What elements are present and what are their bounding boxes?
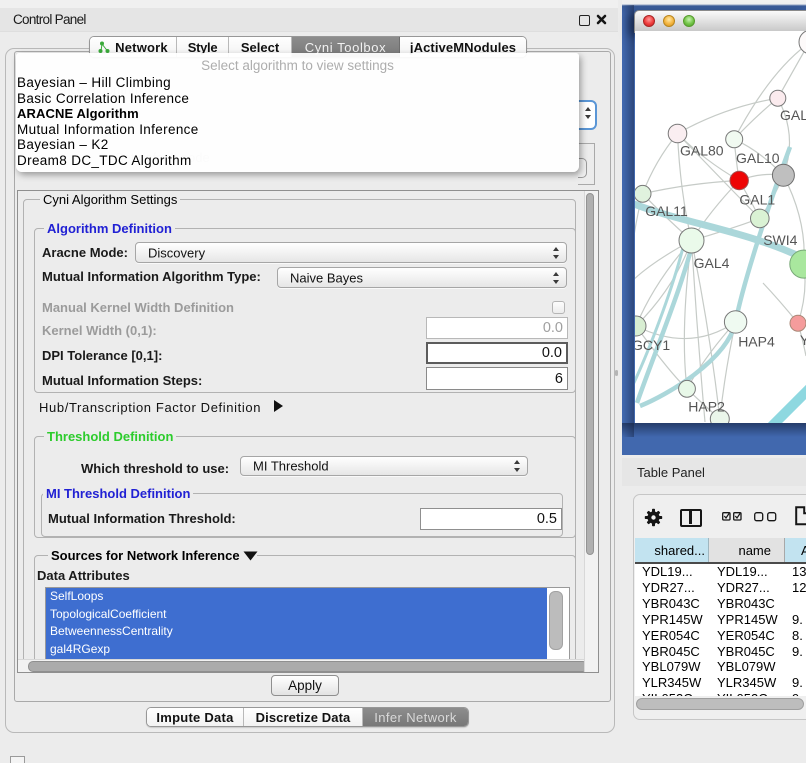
- svg-text:GAL11: GAL11: [645, 203, 688, 219]
- svg-text:GAL80: GAL80: [680, 143, 724, 159]
- svg-text:GAL4: GAL4: [694, 255, 730, 271]
- svg-text:SWI4: SWI4: [763, 232, 797, 248]
- svg-text:Y: Y: [800, 332, 806, 348]
- svg-text:HAP4: HAP4: [738, 334, 775, 350]
- svg-text:GCY1: GCY1: [635, 337, 670, 353]
- svg-text:GAL10: GAL10: [736, 150, 780, 166]
- svg-text:HAP2: HAP2: [688, 398, 725, 414]
- svg-text:GAL1: GAL1: [739, 192, 775, 208]
- svg-text:GAL: GAL: [780, 107, 806, 123]
